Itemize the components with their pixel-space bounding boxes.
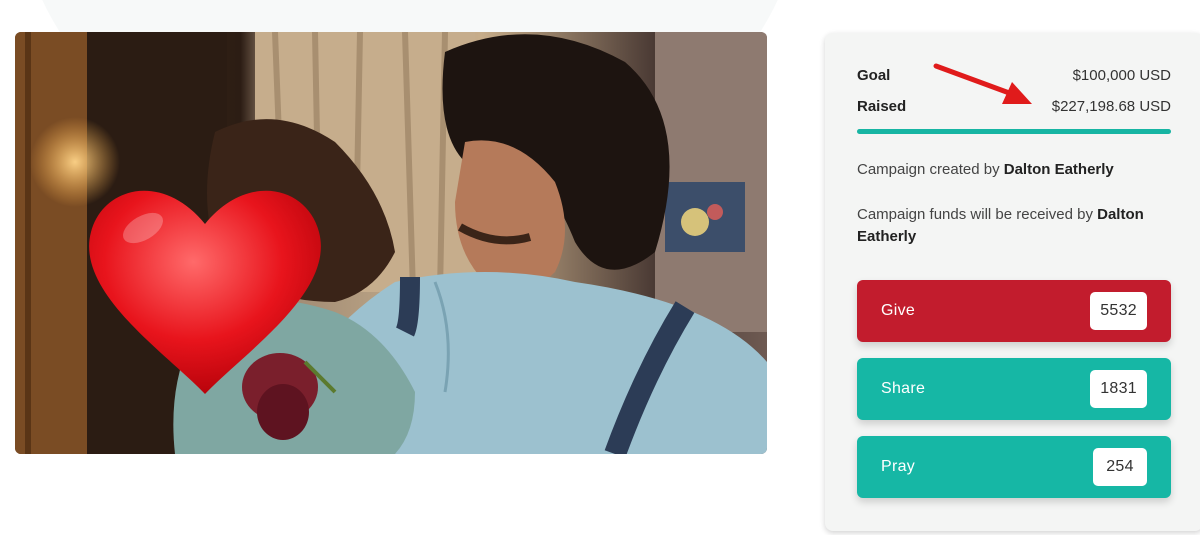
- pray-button-label: Pray: [881, 458, 916, 475]
- share-button[interactable]: Share 1831: [857, 358, 1171, 420]
- share-button-label: Share: [881, 380, 926, 397]
- raised-value: $227,198.68 USD: [1051, 97, 1171, 115]
- pray-count-badge: 254: [1093, 448, 1147, 486]
- funding-progress-bar: [857, 129, 1171, 134]
- creator-name: Dalton Eatherly: [1003, 161, 1114, 178]
- goal-label: Goal: [857, 66, 891, 84]
- raised-label: Raised: [857, 97, 907, 115]
- campaign-recipient-info: Campaign funds will be received by Dalto…: [857, 204, 1171, 248]
- funds-prefix: Campaign funds will be received by: [857, 206, 1098, 223]
- share-count-badge: 1831: [1090, 370, 1147, 408]
- campaign-photo: [15, 32, 767, 454]
- goal-value: $100,000 USD: [1072, 66, 1171, 84]
- give-button-label: Give: [881, 302, 916, 319]
- created-prefix: Campaign created by: [857, 161, 1004, 178]
- red-arrow-icon: [933, 63, 1032, 104]
- campaign-creator-info: Campaign created by Dalton Eatherly: [857, 159, 1171, 181]
- give-count-badge: 5532: [1090, 292, 1147, 330]
- pray-button[interactable]: Pray 254: [857, 436, 1171, 498]
- photo-illustration: [15, 32, 767, 454]
- give-button[interactable]: Give 5532: [857, 280, 1171, 342]
- funding-progress-fill: [857, 129, 1171, 134]
